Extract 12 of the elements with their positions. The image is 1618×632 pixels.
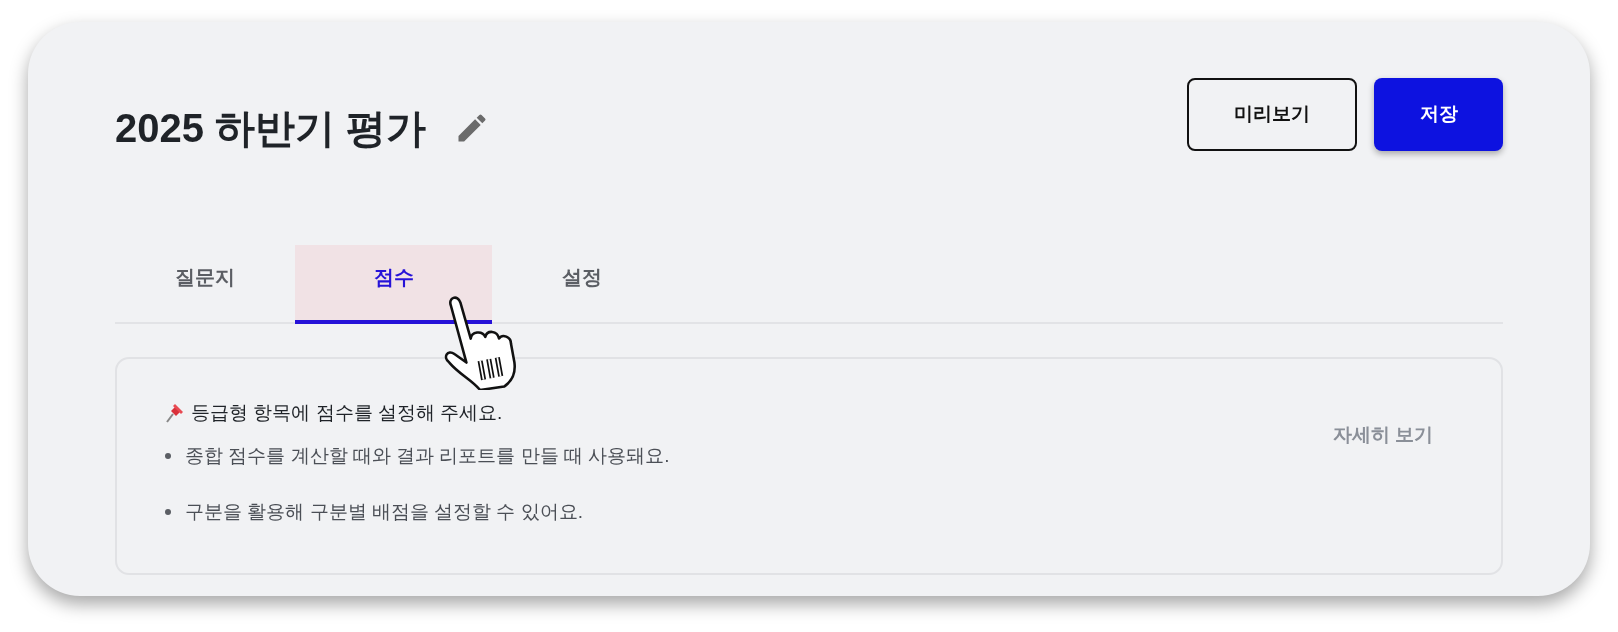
notice-heading: 등급형 항목에 점수를 설정해 주세요. xyxy=(191,401,503,425)
bullet-icon xyxy=(165,509,171,516)
pushpin-icon xyxy=(165,402,185,425)
bullet-text: 구분을 활용해 구분별 배점을 설정할 수 있어요. xyxy=(185,500,583,524)
page-title: 2025 하반기 평가 xyxy=(115,108,427,148)
tab[interactable]: 설정 xyxy=(492,245,672,324)
save-button[interactable]: 저장 xyxy=(1374,78,1503,151)
bullet-icon xyxy=(165,452,171,459)
tab[interactable]: 질문지 xyxy=(115,245,295,324)
preview-button[interactable]: 미리보기 xyxy=(1187,78,1357,151)
tab[interactable]: 점수 xyxy=(295,245,492,324)
bullet-text: 종합 점수를 계산할 때와 결과 리포트를 만들 때 사용돼요. xyxy=(185,443,670,468)
